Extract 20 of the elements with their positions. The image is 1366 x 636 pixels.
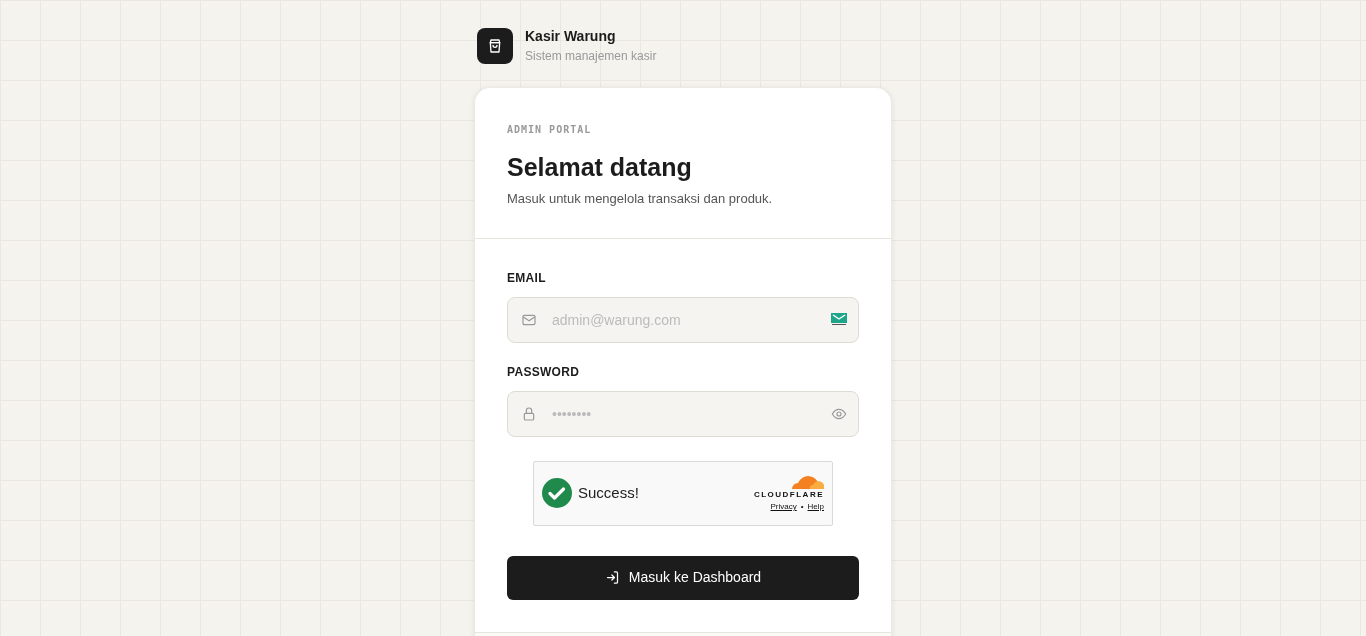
check-circle-icon <box>542 478 572 508</box>
eyebrow-label: ADMIN PORTAL <box>507 123 593 137</box>
shopping-bag-icon <box>487 38 503 54</box>
card-title: Selamat datang <box>507 152 693 183</box>
captcha-link[interactable]: Help <box>807 501 824 513</box>
captcha-link[interactable]: Privacy <box>770 501 797 513</box>
captcha-status: Success! <box>578 482 639 503</box>
app-name: Kasir Warung <box>525 27 617 46</box>
login-icon <box>604 570 620 585</box>
card-subtitle: Masuk untuk mengelola transaksi dan produk. <box>507 190 774 208</box>
provider-wordmark: CLOUDFLARE <box>753 489 824 501</box>
envelope-icon[interactable] <box>831 311 847 326</box>
separator-dot: • <box>800 501 804 513</box>
email-field[interactable]: admin@warung.com <box>507 296 859 343</box>
lock-icon <box>521 405 537 422</box>
field-label: EMAIL <box>507 269 547 287</box>
password-field[interactable]: •••••••• <box>507 390 859 437</box>
login-button[interactable]: Masuk ke Dashboard <box>507 555 859 600</box>
app-tagline: Sistem manajemen kasir <box>525 48 657 65</box>
field-label: PASSWORD <box>507 363 581 381</box>
